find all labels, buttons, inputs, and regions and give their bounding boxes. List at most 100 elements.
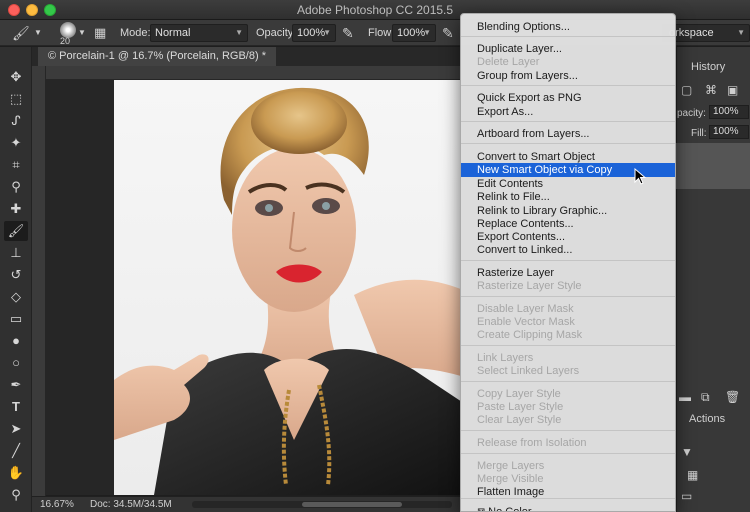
brush-panel-toggle-icon[interactable]: ▦ xyxy=(94,20,106,46)
square-icon[interactable]: ▢ xyxy=(681,83,692,97)
menu-item-relink-to-file[interactable]: Relink to File... xyxy=(461,190,675,204)
menu-separator xyxy=(461,381,675,382)
chevron-down-icon[interactable]: ▼ xyxy=(34,20,42,46)
menu-item-flatten-image[interactable]: Flatten Image xyxy=(461,485,675,499)
healing-brush-icon[interactable]: ✚ xyxy=(4,199,28,219)
menu-item-label: Convert to Linked... xyxy=(477,244,573,256)
dodge-icon[interactable]: ○ xyxy=(4,353,28,373)
trash-icon[interactable]: 🗑 xyxy=(725,390,740,404)
document-image[interactable] xyxy=(114,80,460,495)
eraser-icon[interactable]: ◇ xyxy=(4,287,28,307)
artboard-icon[interactable]: ▣ xyxy=(727,83,738,97)
menu-item-convert-to-linked[interactable]: Convert to Linked... xyxy=(461,243,675,257)
airbrush-icon[interactable]: ✎ xyxy=(442,20,454,46)
document-tab[interactable]: © Porcelain-1 @ 16.7% (Porcelain, RGB/8)… xyxy=(38,47,276,66)
chevron-down-icon: ▼ xyxy=(323,28,331,37)
menu-item-quick-export-as-png[interactable]: Quick Export as PNG xyxy=(461,91,675,105)
menu-item-label: Blending Options... xyxy=(477,21,570,33)
menu-item-label: Export Contents... xyxy=(477,231,566,243)
menu-item-merge-visible: Merge Visible xyxy=(461,472,675,486)
transform-icon[interactable]: ⌘ xyxy=(705,83,717,97)
fill-label: Fill: xyxy=(691,128,707,139)
document-info[interactable]: Doc: 34.5M/34.5M xyxy=(90,497,172,512)
menu-separator xyxy=(461,453,675,454)
magic-wand-icon[interactable]: ✦ xyxy=(4,133,28,153)
menu-item-label: Quick Export as PNG xyxy=(477,92,582,104)
mode-label: Mode: xyxy=(120,27,151,39)
vertical-ruler[interactable] xyxy=(32,66,46,496)
menu-item-label: Copy Layer Style xyxy=(477,388,561,400)
square-icon[interactable]: ▭ xyxy=(681,489,692,503)
path-selection-icon[interactable]: ➤ xyxy=(4,419,28,439)
layer-context-menu: Blending Options... Duplicate Layer... Del… xyxy=(460,13,676,512)
menu-item-blending-options[interactable]: Blending Options... xyxy=(461,20,675,34)
move-icon[interactable]: ✥ xyxy=(4,67,28,87)
flow-label: Flow: xyxy=(368,27,395,39)
menu-separator xyxy=(461,296,675,297)
tab-history[interactable]: History xyxy=(691,57,725,77)
menu-item-duplicate-layer[interactable]: Duplicate Layer... xyxy=(461,42,675,56)
folder-icon[interactable]: ▬ xyxy=(679,390,691,404)
menu-item-label: Delete Layer xyxy=(477,56,540,68)
menu-item-label: No Color xyxy=(488,506,532,512)
menu-item-label: Paste Layer Style xyxy=(477,401,564,413)
pressure-opacity-icon[interactable]: ✎ xyxy=(342,20,354,46)
blur-icon[interactable]: ● xyxy=(4,331,28,351)
pen-icon[interactable]: ✒ xyxy=(4,375,28,395)
portrait-photo xyxy=(114,87,460,495)
menu-separator xyxy=(461,143,675,144)
menu-item-replace-contents[interactable]: Replace Contents... xyxy=(461,217,675,231)
menu-item-merge-layers: Merge Layers xyxy=(461,459,675,473)
triangle-icon[interactable]: ▼ xyxy=(681,445,693,459)
menu-item-group-from-layers[interactable]: Group from Layers... xyxy=(461,69,675,83)
opacity-label: Opacity: xyxy=(256,27,297,39)
type-icon[interactable]: T xyxy=(4,397,28,417)
brush-icon[interactable]: 🖌 xyxy=(4,221,28,241)
zoom-level[interactable]: 16.67% xyxy=(40,497,74,512)
menu-item-label: New Smart Object via Copy xyxy=(477,164,613,176)
brush-tool-preset-icon[interactable]: 🖌 xyxy=(12,20,30,46)
menu-item-rasterize-layer[interactable]: Rasterize Layer xyxy=(461,266,675,280)
flow-field[interactable]: 100% ▼ xyxy=(392,24,436,42)
horizontal-ruler[interactable] xyxy=(46,66,460,80)
gradient-icon[interactable]: ▭ xyxy=(4,309,28,329)
tab-actions[interactable]: Actions xyxy=(689,409,725,429)
new-layer-icon[interactable]: ⧉ xyxy=(701,390,710,405)
canvas-area[interactable] xyxy=(46,80,460,495)
layer-fill-field[interactable]: 100% xyxy=(709,125,749,139)
marquee-icon[interactable]: ⬚ xyxy=(4,89,28,109)
layer-opacity-field[interactable]: 100% xyxy=(709,105,749,119)
menu-item-label: Group from Layers... xyxy=(477,70,578,82)
history-brush-icon[interactable]: ↺ xyxy=(4,265,28,285)
menu-item-label: Select Linked Layers xyxy=(477,365,580,377)
menu-item-export-as[interactable]: Export As... xyxy=(461,105,675,119)
menu-item-label: Replace Contents... xyxy=(477,218,574,230)
hand-icon[interactable]: ✋ xyxy=(4,463,28,483)
crop-icon[interactable]: ⌗ xyxy=(4,155,28,175)
selected-layer-row[interactable] xyxy=(676,143,750,189)
menu-item-label: Disable Layer Mask xyxy=(477,303,574,315)
menu-item-rasterize-layer-style: Rasterize Layer Style xyxy=(461,279,675,293)
brush-size-value: 20 xyxy=(60,36,71,46)
lasso-icon[interactable]: ᔑ xyxy=(4,111,28,131)
menu-item-artboard-from-layers[interactable]: Artboard from Layers... xyxy=(461,127,675,141)
line-icon[interactable]: ╱ xyxy=(4,441,28,461)
color-swatch-icon: ⊠ xyxy=(477,507,488,511)
menu-separator xyxy=(461,430,675,431)
eyedropper-icon[interactable]: ⚲ xyxy=(4,177,28,197)
mode-select[interactable]: Normal ▼ xyxy=(150,24,248,42)
grid-icon[interactable]: ▦ xyxy=(687,468,698,482)
menu-item-export-contents[interactable]: Export Contents... xyxy=(461,230,675,244)
menu-separator xyxy=(461,345,675,346)
clone-stamp-icon[interactable]: ⊥ xyxy=(4,243,28,263)
brush-picker-chevron-icon[interactable]: ▼ xyxy=(78,20,86,46)
menu-item-relink-to-library-graphic[interactable]: Relink to Library Graphic... xyxy=(461,204,675,218)
chevron-down-icon: ▼ xyxy=(235,28,243,37)
menu-item-label: Duplicate Layer... xyxy=(477,43,562,55)
zoom-icon[interactable]: ⚲ xyxy=(4,485,28,505)
menu-item-convert-to-smart-object[interactable]: Convert to Smart Object xyxy=(461,150,675,164)
opacity-field[interactable]: 100% ▼ xyxy=(292,24,336,42)
menu-item-paste-layer-style: Paste Layer Style xyxy=(461,400,675,414)
menu-item-no-color[interactable]: ⊠ No Color xyxy=(461,505,675,512)
horizontal-scrollbar[interactable] xyxy=(192,501,452,508)
